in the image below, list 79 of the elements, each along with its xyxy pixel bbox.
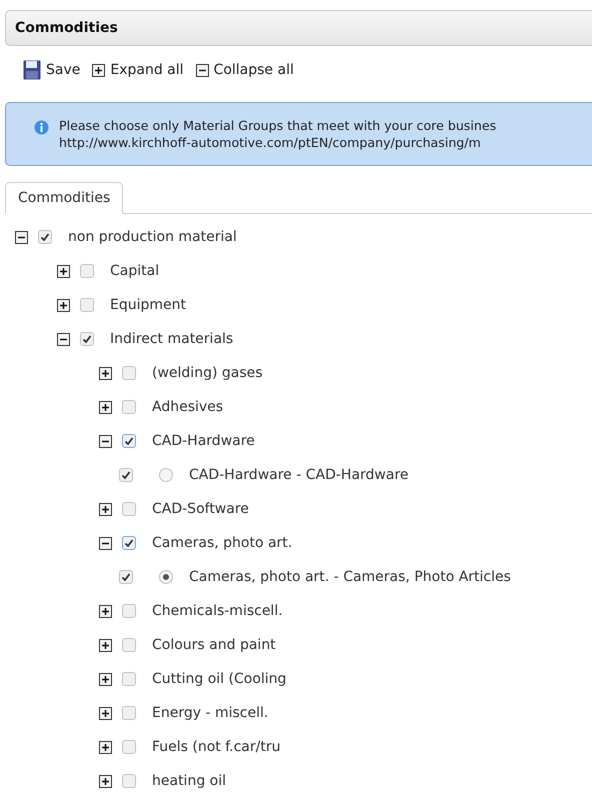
plus-box-icon — [92, 64, 106, 76]
expand-button[interactable]: Expand all — [92, 62, 184, 78]
tree-checkbox[interactable] — [122, 366, 136, 380]
panel-title: Commodities — [5, 10, 592, 46]
radio-button[interactable] — [159, 468, 173, 482]
plus-icon — [101, 776, 110, 786]
plus-icon — [101, 504, 110, 514]
plus-icon — [59, 300, 68, 310]
tree-item-label[interactable]: Colours and paint — [152, 637, 276, 653]
tree-item-label[interactable]: CAD-Hardware — [152, 433, 255, 449]
plus-icon — [101, 708, 110, 718]
tree-checkbox[interactable] — [122, 536, 136, 550]
tree-item-label[interactable]: Indirect materials — [110, 331, 234, 347]
expand-toggle[interactable] — [99, 366, 112, 380]
tree-checkbox[interactable] — [80, 264, 94, 278]
expand-toggle[interactable] — [99, 502, 112, 516]
tree-item-label[interactable]: Cameras, photo art. - Cameras, Photo Articles — [189, 569, 511, 585]
tree-item-label[interactable]: Equipment — [110, 297, 186, 313]
tree-item-label[interactable]: heating oil — [152, 773, 226, 789]
tree-checkbox[interactable] — [119, 570, 133, 584]
plus-icon — [101, 606, 110, 616]
plus-icon — [101, 674, 110, 684]
expand-toggle[interactable] — [57, 264, 70, 278]
tree-item-label[interactable]: Fuels (not f.car/tru — [152, 739, 280, 755]
tree-checkbox[interactable] — [122, 434, 136, 448]
plus-icon — [101, 402, 110, 412]
check-icon — [82, 334, 92, 344]
tree-item-label[interactable]: CAD-Software — [152, 501, 249, 517]
plus-icon — [59, 266, 68, 276]
tree-checkbox[interactable] — [122, 706, 136, 720]
tree-item-label[interactable]: Cameras, photo art. — [152, 535, 292, 551]
info-text: Please choose only Material Groups that meet with your core busines — [59, 117, 496, 134]
plus-icon — [101, 742, 110, 752]
tree-checkbox[interactable] — [122, 638, 136, 652]
plus-icon — [101, 640, 110, 650]
save-button[interactable]: Save — [23, 60, 80, 80]
tree-checkbox[interactable] — [122, 672, 136, 686]
tree-item-label[interactable]: CAD-Hardware - CAD-Hardware — [189, 467, 409, 483]
tree-checkbox[interactable] — [122, 740, 136, 754]
info-icon — [34, 120, 49, 135]
tree-item-label[interactable]: Adhesives — [152, 399, 224, 415]
expand-toggle[interactable] — [99, 638, 112, 652]
check-icon — [121, 470, 131, 480]
expand-toggle[interactable] — [57, 298, 70, 312]
tree-checkbox[interactable] — [119, 468, 133, 482]
tree-item-label[interactable]: Cutting oil (Cooling — [152, 671, 286, 687]
tree-checkbox[interactable] — [122, 774, 136, 788]
collapse-toggle[interactable] — [99, 434, 112, 448]
expand-toggle[interactable] — [99, 774, 112, 788]
tab[interactable]: Commodities — [5, 182, 124, 214]
info-text: http://www.kirchhoff-automotive.com/ptEN/company/purchasing/m — [59, 134, 482, 151]
expand-toggle[interactable] — [99, 740, 112, 754]
tree-checkbox[interactable] — [80, 332, 94, 346]
radio-button[interactable] — [159, 570, 173, 584]
tree-checkbox[interactable] — [122, 502, 136, 516]
expand-toggle[interactable] — [99, 400, 112, 414]
tree-item-label[interactable]: Capital — [110, 263, 160, 279]
collapse-toggle[interactable] — [15, 230, 28, 244]
tree-checkbox[interactable] — [80, 298, 94, 312]
minus-box-icon — [196, 64, 209, 76]
collapse-button[interactable]: Collapse all — [196, 62, 294, 78]
tree-checkbox[interactable] — [122, 400, 136, 414]
tree-item-label[interactable]: non production material — [68, 229, 237, 245]
check-icon — [124, 436, 134, 446]
expand-toggle[interactable] — [99, 706, 112, 720]
plus-icon — [101, 368, 110, 378]
tree-checkbox[interactable] — [122, 604, 136, 618]
check-icon — [121, 572, 131, 582]
tree-item-label[interactable]: Energy - miscell. — [152, 705, 268, 721]
tree-checkbox[interactable] — [38, 230, 52, 244]
collapse-toggle[interactable] — [57, 332, 70, 346]
expand-toggle[interactable] — [99, 672, 112, 686]
collapse-toggle[interactable] — [99, 536, 112, 550]
check-icon — [40, 232, 50, 242]
expand-toggle[interactable] — [99, 604, 112, 618]
check-icon — [124, 538, 134, 548]
tree-item-label[interactable]: Chemicals-miscell. — [152, 603, 283, 619]
radio-dot-icon — [163, 574, 169, 580]
tree-item-label[interactable]: (welding) gases — [152, 365, 263, 381]
